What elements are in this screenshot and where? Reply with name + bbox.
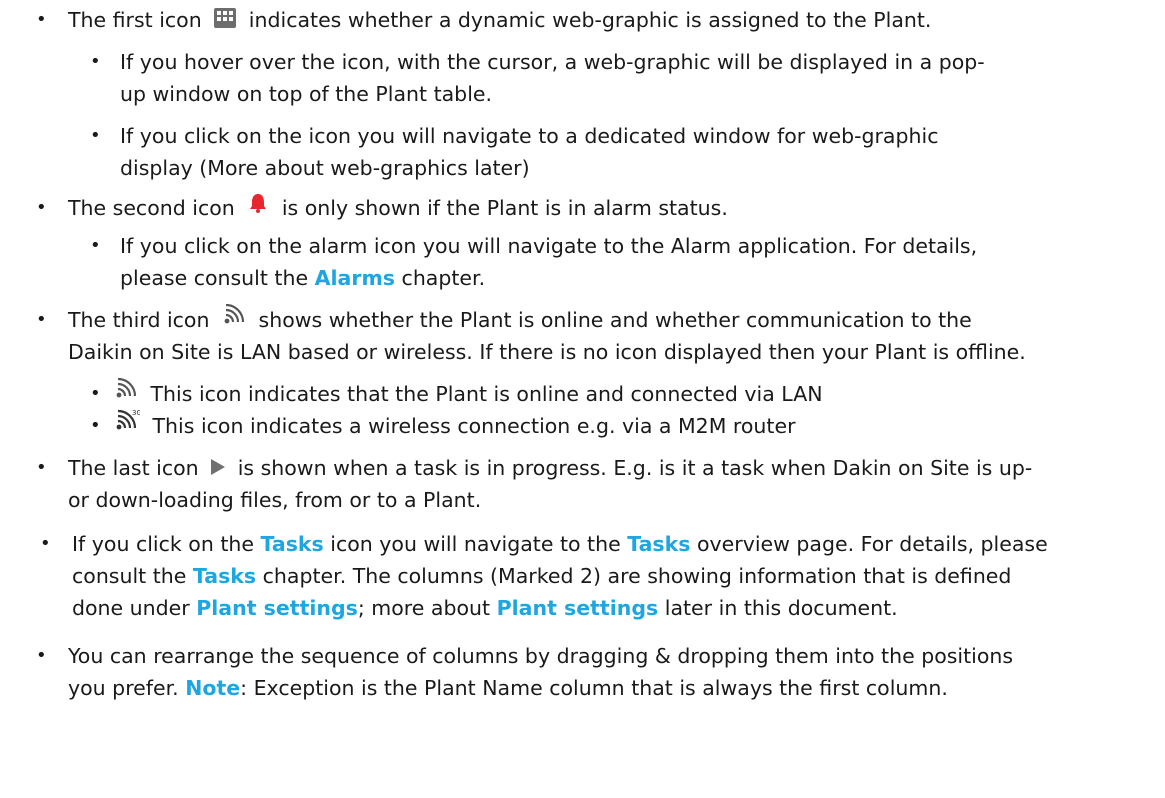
text-segment: : Exception is the Plant Name column tha… xyxy=(240,676,948,700)
text-line: If you click on the Tasks icon you will … xyxy=(72,528,1048,560)
text-line: or down-loading files, from or to a Plan… xyxy=(68,488,482,512)
text-segment: later in this document. xyxy=(664,596,898,620)
play-icon xyxy=(211,459,226,475)
text-line: The second icon is only shown if the Pla… xyxy=(68,192,728,225)
document-page: • The first icon indicates whether a dyn… xyxy=(0,0,1165,798)
text-segment: please consult the xyxy=(120,266,309,290)
text-segment: The second icon xyxy=(68,196,235,220)
text-segment: done under xyxy=(72,596,190,620)
text-line: 3G This icon indicates a wireless connec… xyxy=(114,409,796,444)
text-line: up window on top of the Plant table. xyxy=(120,82,493,106)
bullet: • xyxy=(90,383,101,404)
text-line: The last icon is shown when a task is in… xyxy=(68,452,1032,484)
text-segment: The third icon xyxy=(68,308,210,332)
text-segment: overview page. For details, please xyxy=(696,532,1048,556)
text-segment: If you click on the xyxy=(72,532,254,556)
text-line: you prefer. Note: Exception is the Plant… xyxy=(68,672,948,704)
tasks-link[interactable]: Tasks xyxy=(627,532,690,556)
text-segment: This icon indicates a wireless connectio… xyxy=(152,414,796,438)
tasks-link[interactable]: Tasks xyxy=(193,564,256,588)
bullet: • xyxy=(36,309,47,330)
text-segment: ; more about xyxy=(357,596,491,620)
bullet: • xyxy=(90,51,101,72)
bullet: • xyxy=(90,235,101,256)
bell-icon xyxy=(247,193,269,225)
plant-settings-link[interactable]: Plant settings xyxy=(497,596,659,620)
text-line: The third icon shows whether the Plant i… xyxy=(68,303,972,337)
bullet: • xyxy=(36,645,47,666)
text-segment: shows whether the Plant is online and wh… xyxy=(258,308,972,332)
svg-text:3G: 3G xyxy=(132,409,140,417)
text-line: If you hover over the icon, with the cur… xyxy=(120,50,985,74)
signal-icon xyxy=(222,303,246,337)
signal-3g-icon: 3G xyxy=(114,409,142,444)
bullet: • xyxy=(36,457,47,478)
text-segment: you prefer. xyxy=(68,676,179,700)
text-line: This icon indicates that the Plant is on… xyxy=(114,377,823,411)
text-line: If you click on the icon you will naviga… xyxy=(120,124,939,148)
grid-icon xyxy=(214,8,237,28)
bullet: • xyxy=(36,197,47,218)
text-segment: consult the xyxy=(72,564,187,588)
text-segment: icon you will navigate to the xyxy=(330,532,621,556)
text-line: done under Plant settings; more about Pl… xyxy=(72,592,898,624)
plant-settings-link[interactable]: Plant settings xyxy=(196,596,358,620)
text-line: consult the Tasks chapter. The columns (… xyxy=(72,560,1011,592)
text-segment: The first icon xyxy=(68,8,202,32)
tasks-link[interactable]: Tasks xyxy=(261,532,324,556)
bullet: • xyxy=(90,125,101,146)
text-line: The first icon indicates whether a dynam… xyxy=(68,4,931,36)
text-segment: is only shown if the Plant is in alarm s… xyxy=(281,196,728,220)
text-segment: chapter. xyxy=(401,266,486,290)
bullet: • xyxy=(90,415,101,436)
note-label: Note xyxy=(185,676,241,700)
text-segment: chapter. The columns (Marked 2) are show… xyxy=(262,564,1012,588)
text-segment: The last icon xyxy=(68,456,199,480)
signal-icon xyxy=(114,377,138,411)
text-segment: This icon indicates that the Plant is on… xyxy=(150,382,823,406)
alarms-link[interactable]: Alarms xyxy=(315,266,395,290)
text-line: please consult the Alarms chapter. xyxy=(120,262,485,294)
text-segment: indicates whether a dynamic web-graphic … xyxy=(248,8,932,32)
bullet: • xyxy=(40,533,51,554)
bullet: • xyxy=(36,9,47,30)
text-line: If you click on the alarm icon you will … xyxy=(120,234,978,258)
text-segment: is shown when a task is in progress. E.g… xyxy=(237,456,1033,480)
text-line: display (More about web-graphics later) xyxy=(120,156,530,180)
text-line: Daikin on Site is LAN based or wireless.… xyxy=(68,340,1026,364)
text-line: You can rearrange the sequence of column… xyxy=(68,644,1014,668)
